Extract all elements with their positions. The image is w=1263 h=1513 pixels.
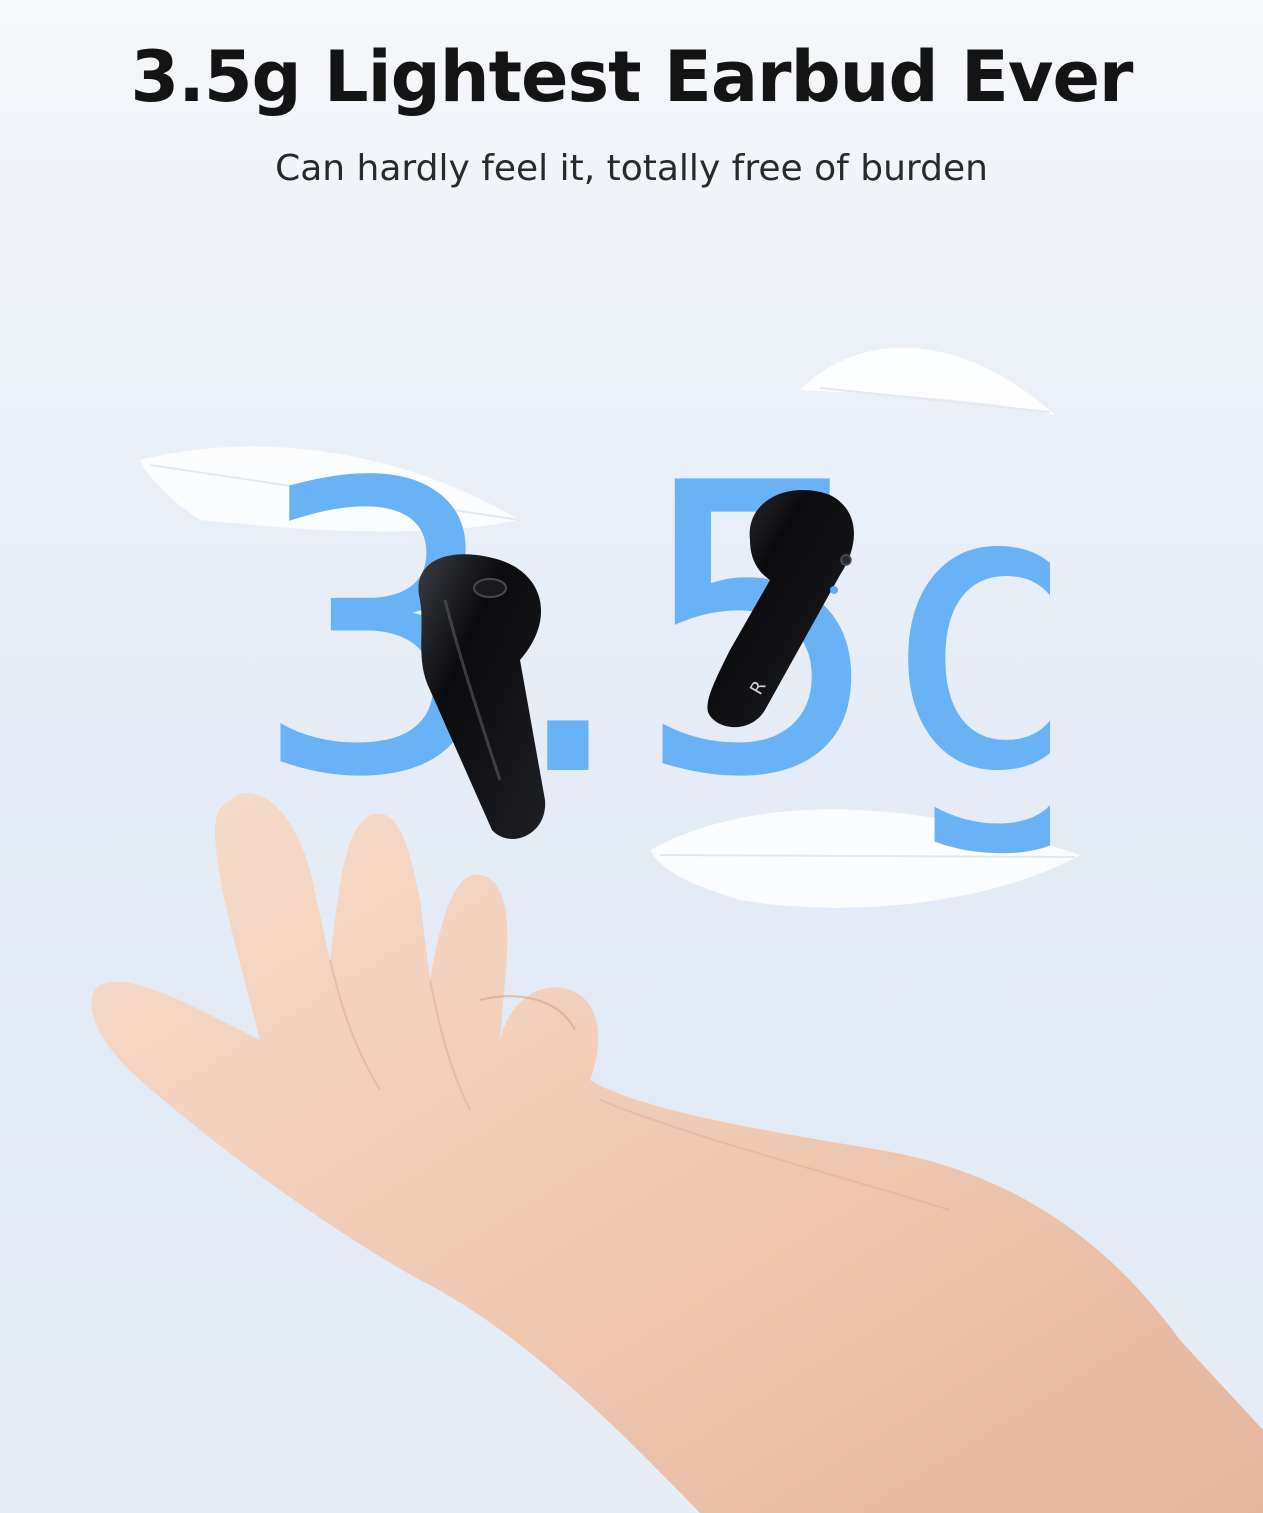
right-earbud-icon: R	[707, 490, 854, 728]
product-illustration: R	[91, 490, 1263, 1513]
product-banner: 3.5g Lightest Earbud Ever Can hardly fee…	[0, 0, 1263, 1513]
left-earbud-icon	[418, 554, 546, 839]
hand-icon	[91, 792, 1263, 1513]
